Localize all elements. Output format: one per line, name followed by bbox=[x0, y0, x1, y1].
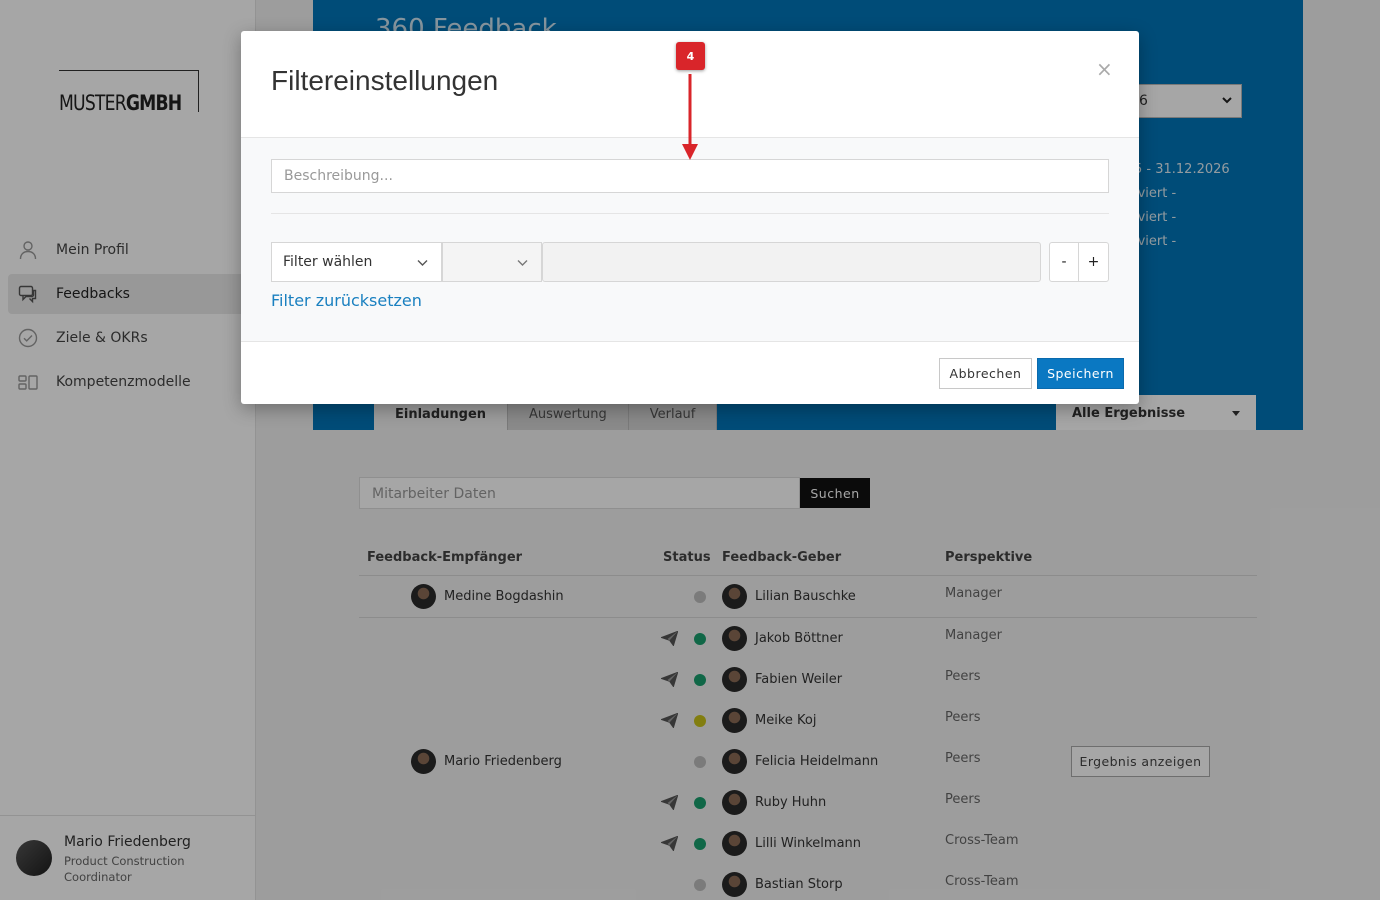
filter-select[interactable]: Filter wählen bbox=[271, 242, 442, 282]
filter-select-value: Filter wählen bbox=[283, 254, 373, 270]
filter-value-input[interactable] bbox=[542, 242, 1041, 282]
description-input[interactable]: Beschreibung... bbox=[271, 159, 1109, 193]
operator-select[interactable] bbox=[442, 242, 542, 282]
reset-filter-link[interactable]: Filter zurücksetzen bbox=[271, 291, 422, 310]
remove-filter-button[interactable]: - bbox=[1049, 242, 1079, 282]
divider bbox=[271, 213, 1109, 214]
step-badge: 4 bbox=[676, 42, 705, 70]
add-filter-button[interactable]: + bbox=[1078, 242, 1109, 282]
chevron-down-icon bbox=[517, 260, 528, 266]
cancel-button[interactable]: Abbrechen bbox=[939, 358, 1032, 389]
save-button[interactable]: Speichern bbox=[1037, 358, 1124, 389]
arrow-down-icon bbox=[682, 74, 698, 160]
modal-title: Filtereinstellungen bbox=[271, 65, 499, 96]
chevron-down-icon bbox=[417, 260, 428, 266]
modal-body: Beschreibung... Filter wählen - + Filter… bbox=[241, 137, 1139, 342]
close-icon[interactable]: × bbox=[1096, 57, 1113, 81]
